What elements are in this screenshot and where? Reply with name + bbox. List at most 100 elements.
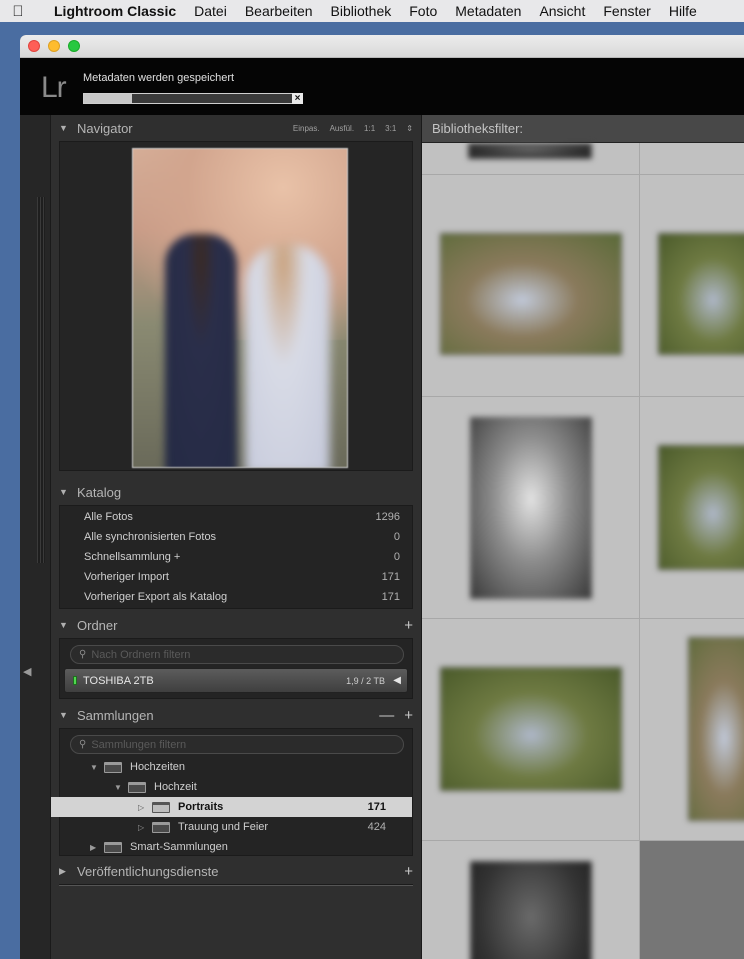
collections-header[interactable]: ▼ Sammlungen — +	[51, 702, 421, 728]
menu-bearbeiten[interactable]: Bearbeiten	[236, 3, 322, 19]
triangle-right-icon[interactable]: ▶	[90, 843, 104, 852]
zoom-3-1-option[interactable]: 3:1	[385, 124, 396, 133]
add-collection-icon[interactable]: +	[404, 707, 413, 724]
catalog-row-previous-export[interactable]: Vorheriger Export als Katalog 171	[60, 587, 412, 607]
grid-cell[interactable]	[422, 175, 640, 397]
collection-trauung-und-feier[interactable]: ▷ Trauung und Feier 424	[60, 817, 412, 837]
menu-fenster[interactable]: Fenster	[594, 3, 659, 19]
triangle-down-icon[interactable]: ▼	[90, 763, 104, 772]
minimize-window-button[interactable]	[48, 40, 60, 52]
close-window-button[interactable]	[28, 40, 40, 52]
photo-thumbnail[interactable]	[688, 637, 744, 821]
progress-fill	[84, 94, 132, 103]
photo-thumbnail[interactable]	[440, 667, 622, 791]
panel-resize-grip[interactable]	[37, 197, 45, 563]
folder-filter-input[interactable]	[91, 648, 372, 661]
grid-cell[interactable]	[640, 619, 744, 841]
folders-header[interactable]: ▼ Ordner +	[51, 612, 421, 638]
menu-metadaten[interactable]: Metadaten	[446, 3, 530, 19]
activity-progress-bar: ×	[83, 93, 303, 104]
folder-filter-field[interactable]: ⚲	[70, 645, 404, 664]
cancel-activity-icon[interactable]: ×	[292, 93, 303, 104]
catalog-row-synced[interactable]: Alle synchronisierten Fotos 0	[60, 527, 412, 547]
grid-cell[interactable]	[422, 841, 640, 959]
left-panel: ▼ Navigator Einpas. Ausfül. 1:1 3:1 ⇕ ▼ …	[50, 115, 422, 959]
navigator-preview[interactable]	[59, 141, 413, 471]
library-filter-bar[interactable]: Bibliotheksfilter:	[422, 115, 744, 143]
add-folder-icon[interactable]: +	[404, 617, 413, 634]
triangle-right-icon[interactable]: ▷	[138, 803, 152, 812]
menu-bibliothek[interactable]: Bibliothek	[322, 3, 401, 19]
collections-list: ⚲ ▼ Hochzeiten ▼ Hochzeit ▷ Portraits 17…	[51, 728, 413, 857]
collection-set-hochzeiten[interactable]: ▼ Hochzeiten	[60, 757, 412, 777]
collapse-left-panel-icon[interactable]: ◀	[23, 665, 31, 678]
triangle-right-icon: ▶	[59, 865, 66, 876]
photo-thumbnail[interactable]	[658, 445, 744, 570]
zoom-1-1-option[interactable]: 1:1	[364, 124, 375, 133]
volume-bar-toshiba[interactable]: TOSHIBA 2TB 1,9 / 2 TB ◀	[64, 668, 408, 693]
navigator-photo[interactable]	[132, 148, 348, 468]
grid-cell[interactable]	[422, 397, 640, 619]
catalog-row-previous-import[interactable]: Vorheriger Import 171	[60, 567, 412, 587]
collection-filter-input[interactable]	[91, 738, 372, 751]
menu-app-name[interactable]: Lightroom Classic	[36, 3, 185, 19]
search-icon: ⚲	[79, 739, 87, 750]
grid-cell[interactable]	[640, 143, 744, 175]
triangle-right-icon[interactable]: ▷	[138, 823, 152, 832]
folders-list: ⚲ TOSHIBA 2TB 1,9 / 2 TB ◀	[59, 638, 413, 699]
volume-expand-icon[interactable]: ◀	[393, 675, 401, 686]
collections-title: Sammlungen	[77, 707, 154, 723]
collection-set-icon	[104, 761, 122, 773]
zoom-window-button[interactable]	[68, 40, 80, 52]
catalog-row-quick-collection[interactable]: Schnellsammlung + 0	[60, 547, 412, 567]
menu-hilfe[interactable]: Hilfe	[660, 3, 706, 19]
collection-filter-field[interactable]: ⚲	[70, 735, 404, 754]
photo-thumbnail[interactable]	[470, 417, 592, 599]
collection-icon	[152, 801, 170, 813]
navigator-header[interactable]: ▼ Navigator Einpas. Ausfül. 1:1 3:1 ⇕	[51, 115, 421, 141]
triangle-down-icon: ▼	[59, 710, 68, 720]
left-panel-edge: ◀	[20, 115, 50, 959]
catalog-title: Katalog	[77, 484, 122, 500]
apple-icon[interactable]: 	[0, 3, 36, 20]
collection-set-hochzeit[interactable]: ▼ Hochzeit	[60, 777, 412, 797]
identity-plate: Lr Metadaten werden gespeichert ×	[20, 58, 744, 115]
grid-cell[interactable]	[422, 619, 640, 841]
grid-cell[interactable]	[640, 397, 744, 619]
photo-thumbnail[interactable]	[468, 143, 592, 159]
search-icon: ⚲	[79, 649, 87, 660]
grid-cell[interactable]	[640, 175, 744, 397]
menu-ansicht[interactable]: Ansicht	[530, 3, 594, 19]
catalog-header[interactable]: ▼ Katalog	[51, 479, 421, 505]
zoom-fit-option[interactable]: Einpas.	[293, 124, 320, 133]
grid-cell[interactable]	[422, 143, 640, 175]
navigator-title: Navigator	[77, 120, 133, 136]
folders-title: Ordner	[77, 617, 118, 633]
collection-portraits[interactable]: ▷ Portraits 171	[51, 797, 412, 817]
triangle-down-icon: ▼	[59, 487, 68, 497]
zoom-stepper-icon[interactable]: ⇕	[406, 124, 413, 133]
collection-icon	[152, 821, 170, 833]
panel-divider	[59, 884, 413, 886]
lightroom-window: Lr Metadaten werden gespeichert × ◀ ▼ Na…	[20, 35, 744, 959]
grid-cell[interactable]	[640, 841, 744, 959]
photo-thumbnail[interactable]	[658, 233, 744, 355]
catalog-row-all-photos[interactable]: Alle Fotos 1296	[60, 507, 412, 527]
zoom-fill-option[interactable]: Ausfül.	[330, 124, 354, 133]
collection-set-icon	[128, 781, 146, 793]
collection-set-smart[interactable]: ▶ Smart-Sammlungen	[60, 837, 412, 857]
photo-thumbnail[interactable]	[470, 861, 592, 959]
remove-collection-icon[interactable]: —	[379, 707, 394, 724]
photo-thumbnail[interactable]	[440, 233, 622, 355]
publish-services-title: Veröffentlichungsdienste	[77, 863, 219, 879]
window-titlebar	[20, 35, 744, 58]
menu-foto[interactable]: Foto	[400, 3, 446, 19]
lr-logo: Lr	[41, 71, 67, 104]
add-publish-service-icon[interactable]: +	[404, 863, 413, 880]
publish-services-header[interactable]: ▶ Veröffentlichungsdienste +	[51, 858, 421, 884]
menu-datei[interactable]: Datei	[185, 3, 236, 19]
photo-grid: Bibliotheksfilter:	[422, 115, 744, 959]
triangle-down-icon[interactable]: ▼	[114, 783, 128, 792]
volume-name: TOSHIBA 2TB	[83, 674, 154, 687]
library-filter-label: Bibliotheksfilter:	[432, 121, 524, 136]
